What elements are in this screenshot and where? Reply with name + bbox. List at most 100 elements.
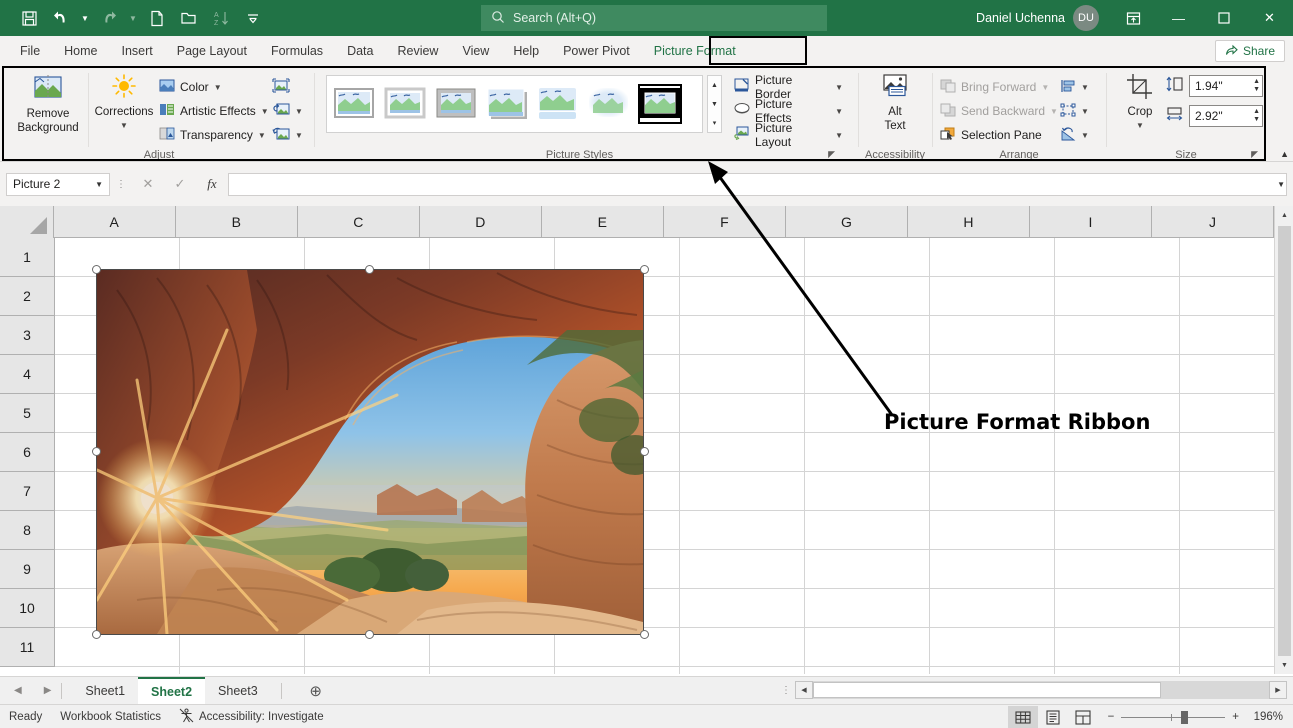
reset-picture-caret-icon[interactable]: ▼ [295,131,303,140]
row-header-6[interactable]: 6 [0,433,55,472]
tab-page-layout[interactable]: Page Layout [165,36,259,65]
corrections-caret-icon[interactable]: ▼ [120,119,128,133]
open-icon[interactable] [174,4,204,32]
zoom-in-button[interactable]: + [1232,711,1239,723]
row-header-7[interactable]: 7 [0,472,55,511]
shape-width-stepper[interactable]: ▲▼ [1253,106,1260,126]
vertical-scrollbar[interactable]: ▲ ▼ [1274,206,1293,674]
undo-dropdown-icon[interactable]: ▼ [78,4,92,32]
artistic-effects-button[interactable]: Artistic Effects ▼ [159,99,269,123]
resize-handle-se[interactable] [640,630,649,639]
alt-text-button[interactable]: Alt Text [869,73,921,133]
gallery-more-icon[interactable]: ▾ [708,113,721,132]
scroll-grip[interactable]: ⋮ [777,685,795,696]
picture-border-caret-icon[interactable]: ▼ [835,83,843,92]
picture-style-4-icon[interactable] [486,85,528,123]
selection-pane-button[interactable]: Selection Pane [940,123,1058,147]
picture-styles-scroll[interactable]: ▲ ▼ ▾ [707,75,722,133]
resize-handle-s[interactable] [365,630,374,639]
reset-picture-button[interactable]: ▼ [272,123,303,147]
share-button[interactable]: Share [1215,40,1285,62]
save-icon[interactable] [14,4,44,32]
gallery-scroll-down-icon[interactable]: ▼ [708,95,721,114]
ribbon-display-options-icon[interactable] [1111,0,1156,36]
remove-background-button[interactable]: Remove Background [10,73,86,135]
sheet-tab-sheet1[interactable]: Sheet1 [72,677,138,705]
add-sheet-icon[interactable]: ⊕ [302,677,330,705]
new-icon[interactable] [142,4,172,32]
crop-button[interactable]: Crop ▼ [1116,73,1164,133]
undo-icon[interactable] [46,4,76,32]
tab-power-pivot[interactable]: Power Pivot [551,36,642,65]
column-header-f[interactable]: F [664,206,786,238]
picture-style-2-icon[interactable] [384,85,426,123]
column-header-h[interactable]: H [908,206,1030,238]
picture-style-7-icon[interactable] [639,85,681,123]
resize-handle-sw[interactable] [92,630,101,639]
zoom-thumb[interactable] [1181,711,1188,724]
color-button[interactable]: Color ▼ [159,75,269,99]
horizontal-scroll-thumb[interactable] [813,682,1161,698]
search-input[interactable]: Search (Alt+Q) [481,5,827,31]
selected-picture[interactable] [96,269,644,635]
picture-effects-caret-icon[interactable]: ▼ [835,107,843,116]
tab-file[interactable]: File [8,36,52,65]
corrections-button[interactable]: Corrections ▼ [96,73,152,133]
zoom-slider[interactable]: − + [1098,711,1249,723]
vertical-scroll-thumb[interactable] [1278,226,1291,656]
row-header-9[interactable]: 9 [0,550,55,589]
picture-style-1-icon[interactable] [333,85,375,123]
scroll-left-icon[interactable]: ◀ [795,681,813,699]
name-box[interactable]: Picture 2 ▼ [6,173,110,196]
change-picture-button[interactable]: ▼ [272,99,303,123]
compress-pictures-button[interactable] [272,75,303,99]
tab-review[interactable]: Review [385,36,450,65]
scroll-up-icon[interactable]: ▲ [1275,206,1293,224]
picture-layout-button[interactable]: Picture Layout ▼ [734,123,843,147]
resize-handle-nw[interactable] [92,265,101,274]
tab-home[interactable]: Home [52,36,109,65]
picture-styles-gallery[interactable] [326,75,703,133]
group-button[interactable]: ▼ [1060,99,1089,123]
picture-style-5-icon[interactable] [537,85,579,123]
zoom-track[interactable] [1121,717,1225,718]
formula-bar-grip[interactable]: ⋮ [110,179,132,190]
tab-view[interactable]: View [450,36,501,65]
row-header-5[interactable]: 5 [0,394,55,433]
resize-handle-w[interactable] [92,447,101,456]
tab-help[interactable]: Help [501,36,551,65]
accessibility-button[interactable]: Accessibility: Investigate [170,708,333,726]
page-layout-view-button[interactable] [1038,706,1068,728]
resize-handle-n[interactable] [365,265,374,274]
picture-style-3-icon[interactable] [435,85,477,123]
column-header-c[interactable]: C [298,206,420,238]
resize-handle-e[interactable] [640,447,649,456]
workbook-statistics-button[interactable]: Workbook Statistics [51,711,170,723]
scroll-down-icon[interactable]: ▼ [1275,656,1293,674]
transparency-caret-icon[interactable]: ▼ [258,131,266,140]
color-caret-icon[interactable]: ▼ [214,83,222,92]
row-header-1[interactable]: 1 [0,238,55,277]
formula-input[interactable] [228,173,1287,196]
shape-width-input[interactable]: 2.92" ▲▼ [1189,105,1263,127]
crop-caret-icon[interactable]: ▼ [1136,119,1144,133]
sheet-next-icon[interactable]: ▶ [44,685,52,696]
column-header-e[interactable]: E [542,206,664,238]
row-header-3[interactable]: 3 [0,316,55,355]
row-header-11[interactable]: 11 [0,628,55,667]
column-header-d[interactable]: D [420,206,542,238]
column-header-g[interactable]: G [786,206,908,238]
column-header-b[interactable]: B [176,206,298,238]
row-header-8[interactable]: 8 [0,511,55,550]
group-caret-icon[interactable]: ▼ [1081,107,1089,116]
sheet-tab-sheet3[interactable]: Sheet3 [205,677,271,705]
row-header-4[interactable]: 4 [0,355,55,394]
column-header-j[interactable]: J [1152,206,1274,238]
row-header-2[interactable]: 2 [0,277,55,316]
zoom-out-button[interactable]: − [1108,711,1115,723]
tab-insert[interactable]: Insert [110,36,165,65]
align-caret-icon[interactable]: ▼ [1081,83,1089,92]
artistic-effects-caret-icon[interactable]: ▼ [261,107,269,116]
column-header-i[interactable]: I [1030,206,1152,238]
tab-formulas[interactable]: Formulas [259,36,335,65]
